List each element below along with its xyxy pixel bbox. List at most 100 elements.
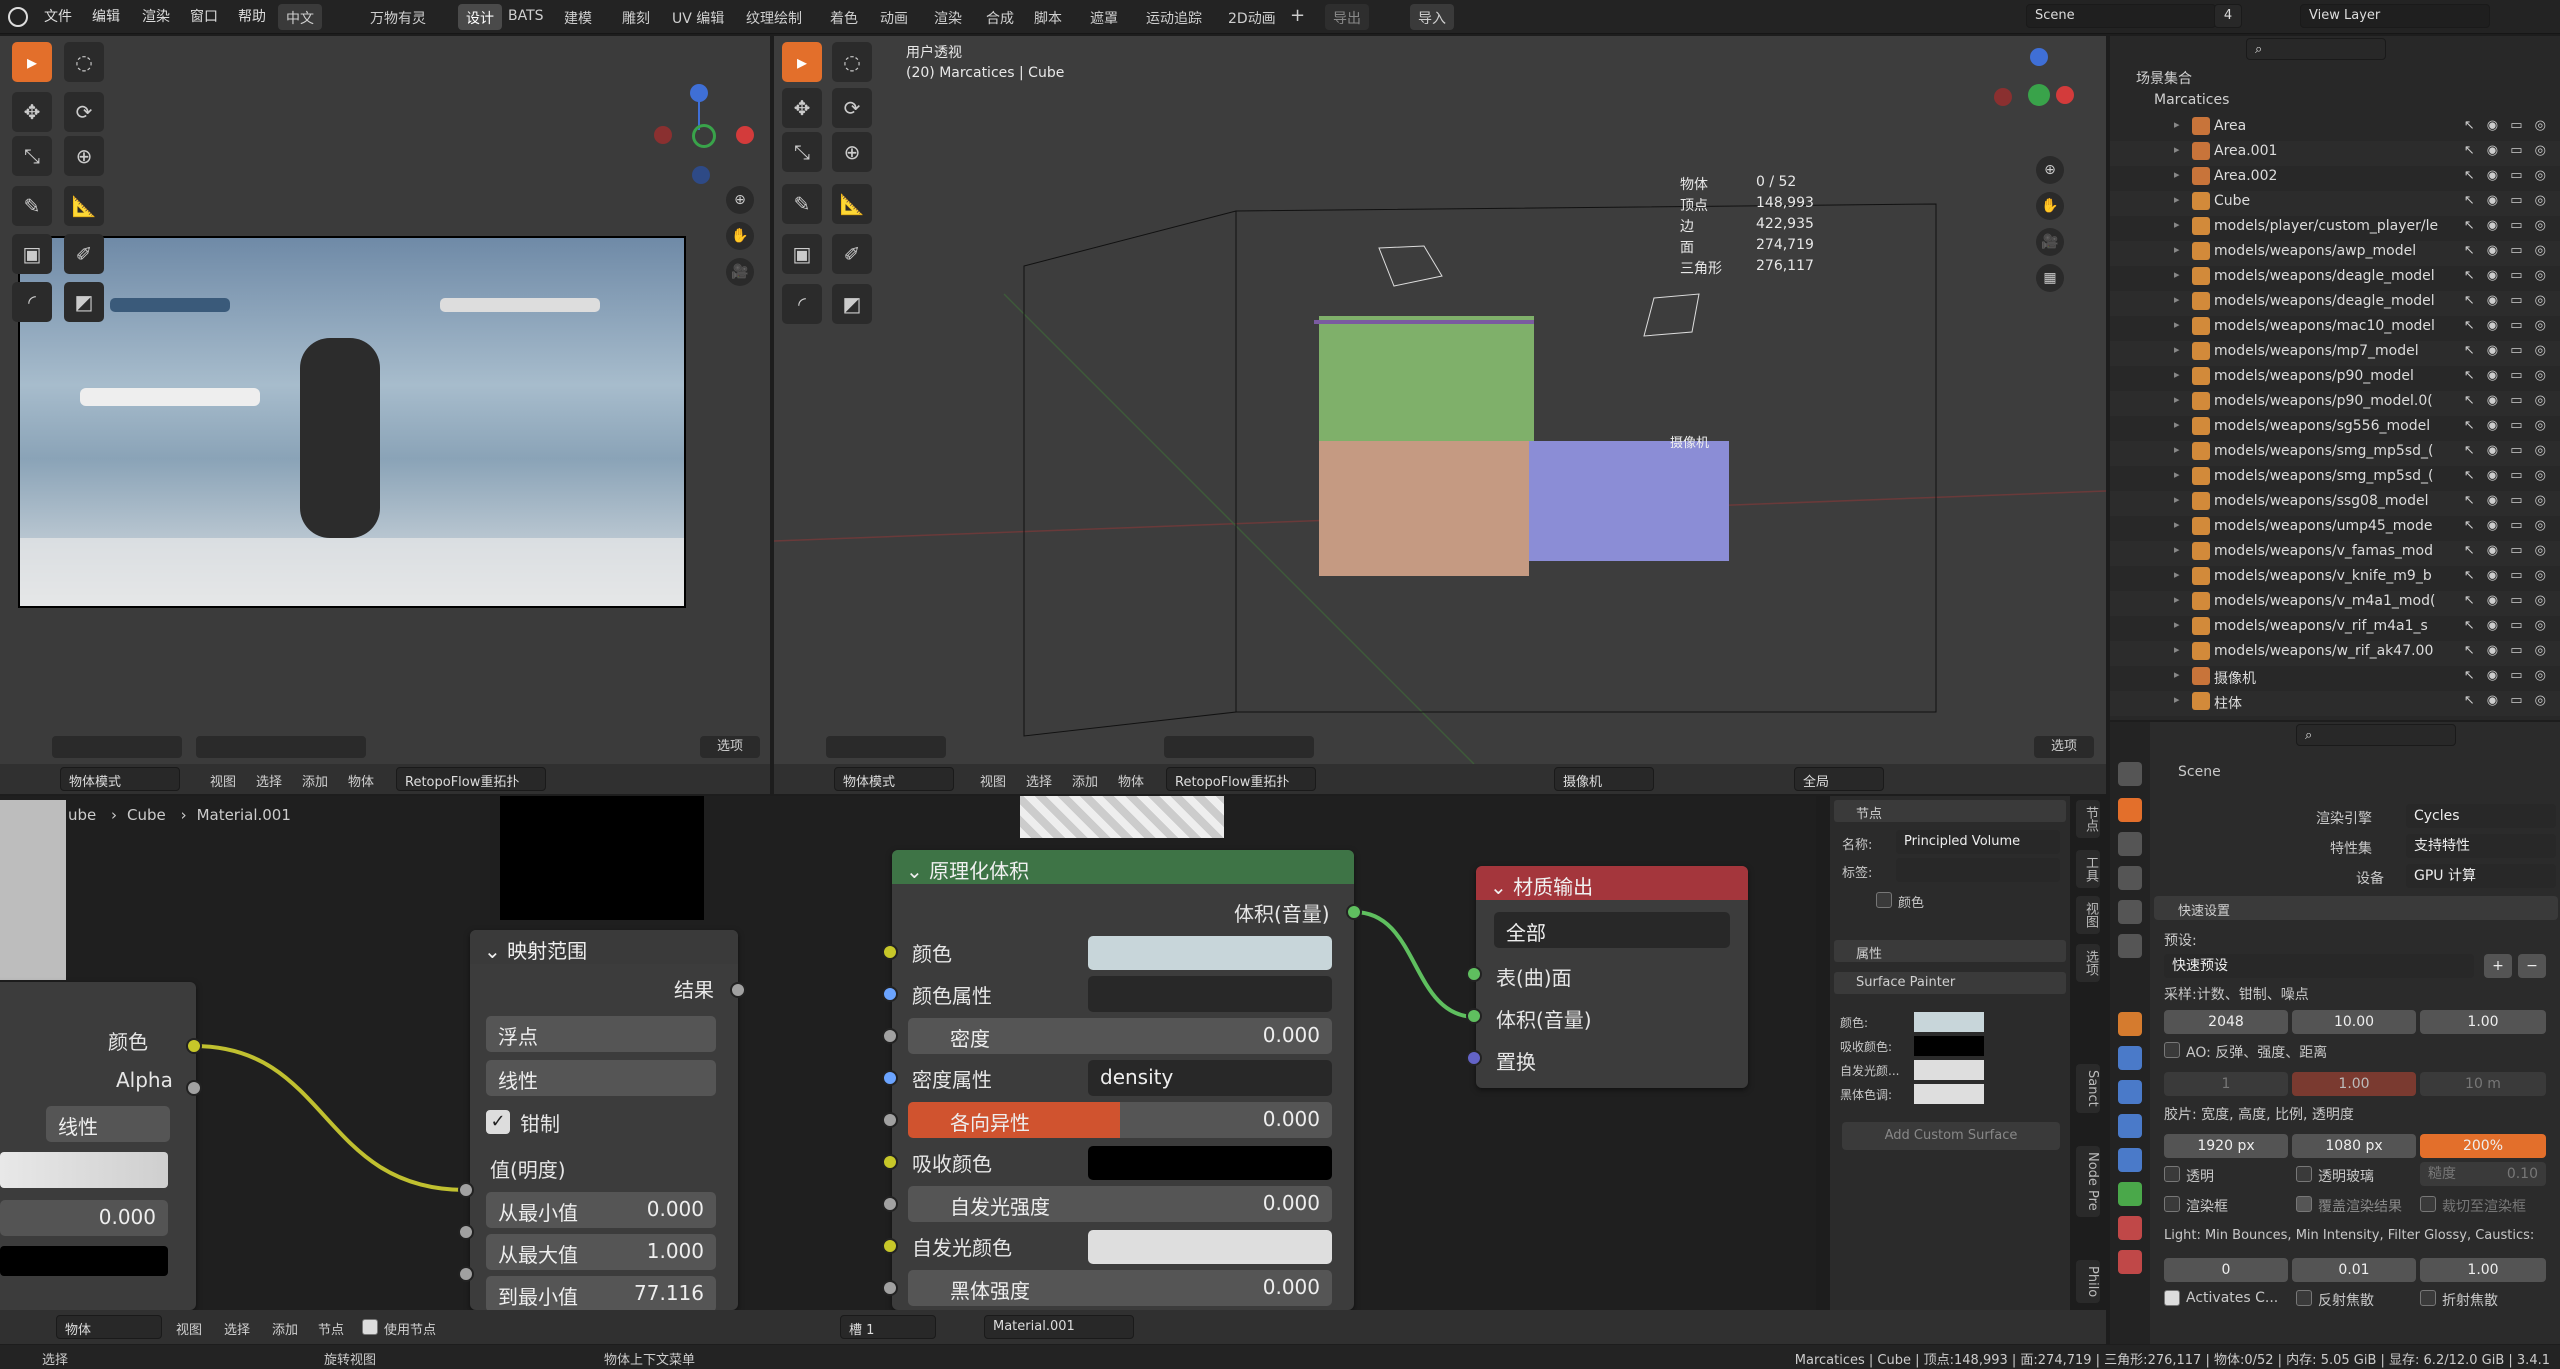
slot-select[interactable]: 槽 1 <box>840 1315 936 1339</box>
ao-distance[interactable]: 10 m <box>2420 1072 2546 1096</box>
camera-viewport[interactable]: ▸ ◌ ✥ ⟳ ⤡ ⊕ ✎ 📐 ▣ ✐ ◜ ◩ ⊕ ✋ 🎥 选项 <box>0 36 770 764</box>
node-panel-header[interactable]: 节点 <box>1834 800 2066 822</box>
refract-caustic-checkbox[interactable] <box>2420 1290 2436 1306</box>
view-layer-tab-icon[interactable] <box>2118 866 2142 890</box>
expand-icon[interactable]: ▸ <box>2174 493 2180 506</box>
preset-add-button[interactable]: + <box>2484 954 2512 978</box>
node-editor[interactable]: ube › Cube › Material.001 颜色 Alpha 线性 0.00… <box>0 796 1816 1310</box>
expand-icon[interactable]: ▸ <box>2174 268 2180 281</box>
quick-setup-header[interactable]: 快速设置 <box>2154 896 2558 920</box>
density-attr-field[interactable]: density <box>1088 1060 1332 1096</box>
workspace-tab[interactable]: 合成 <box>978 4 1022 30</box>
expand-icon[interactable]: ▸ <box>2174 443 2180 456</box>
outliner-item[interactable]: ▸ models/weapons/smg_mp5sd_(↖ ◉ ▭ ◎ <box>2110 466 2560 491</box>
visibility-icons[interactable]: ↖ ◉ ▭ ◎ <box>2464 568 2550 583</box>
expand-icon[interactable]: ▸ <box>2174 168 2180 181</box>
expand-icon[interactable]: ▸ <box>2174 143 2180 156</box>
visibility-icons[interactable]: ↖ ◉ ▭ ◎ <box>2464 168 2550 183</box>
transparent-checkbox[interactable] <box>2164 1166 2180 1182</box>
color-attr-field[interactable] <box>1088 976 1332 1012</box>
trans-glass-checkbox[interactable] <box>2296 1166 2312 1182</box>
visibility-icons[interactable]: ↖ ◉ ▭ ◎ <box>2464 318 2550 333</box>
sidebar-tab[interactable]: Philo <box>2076 1260 2100 1304</box>
resolution-y[interactable]: 1080 px <box>2292 1134 2416 1158</box>
menu-object[interactable]: 物体 <box>1118 771 1144 790</box>
import-button[interactable]: 导入 <box>1410 4 1454 30</box>
render-tab-icon[interactable] <box>2118 798 2142 822</box>
data-type-select[interactable]: 浮点 <box>486 1016 716 1052</box>
measure-tool[interactable]: 📐 <box>64 186 104 226</box>
constraints-tab-icon[interactable] <box>2118 1148 2142 1172</box>
transform-tool[interactable]: ⊕ <box>64 136 104 176</box>
retopo-select[interactable]: RetopoFlow重拓扑 <box>1166 767 1316 791</box>
ramp-color-swatch[interactable] <box>0 1246 168 1276</box>
from-max-field[interactable]: 从最大值 1.000 <box>486 1234 716 1270</box>
volume-input-socket[interactable] <box>1466 1008 1482 1024</box>
menu-node[interactable]: 节点 <box>318 1319 344 1338</box>
expand-icon[interactable]: ▸ <box>2174 468 2180 481</box>
export-button[interactable]: 导出 <box>1325 4 1369 30</box>
add-cube-tool[interactable]: ▣ <box>782 234 822 274</box>
map-range-node[interactable]: ⌄ 映射范围 结果 浮点 线性 ✓ 钳制 值(明度) 从最小值 0.000 从最大… <box>470 930 738 1310</box>
color-input-socket[interactable] <box>882 944 898 960</box>
transform-orientation[interactable]: 全局 <box>1794 767 1884 791</box>
visibility-icons[interactable]: ↖ ◉ ▭ ◎ <box>2464 193 2550 208</box>
visibility-icons[interactable]: ↖ ◉ ▭ ◎ <box>2464 118 2550 133</box>
expand-icon[interactable]: ▸ <box>2174 218 2180 231</box>
options-button[interactable]: 选项 <box>700 736 760 758</box>
emit-strength-socket[interactable] <box>882 1196 898 1212</box>
visibility-icons[interactable]: ↖ ◉ ▭ ◎ <box>2464 668 2550 683</box>
blackbody-socket[interactable] <box>882 1280 898 1296</box>
annotate-tool[interactable]: ✎ <box>782 184 822 224</box>
select-circle-tool[interactable]: ◌ <box>64 42 104 82</box>
particles-tab-icon[interactable] <box>2118 1080 2142 1104</box>
bevel-tool[interactable]: ◜ <box>782 284 822 324</box>
visibility-icons[interactable]: ↖ ◉ ▭ ◎ <box>2464 443 2550 458</box>
surface-painter-header[interactable]: Surface Painter <box>1834 972 2066 994</box>
menu-add[interactable]: 添加 <box>302 771 328 790</box>
sidebar-tab[interactable]: 节点 <box>2076 800 2100 838</box>
scale-tool[interactable]: ⤡ <box>12 136 52 176</box>
crop-checkbox[interactable] <box>2420 1196 2436 1212</box>
menu-select[interactable]: 选择 <box>256 771 282 790</box>
camera-icon[interactable]: 🎥 <box>2036 228 2064 256</box>
menu-add[interactable]: 添加 <box>272 1319 298 1338</box>
menu-view[interactable]: 视图 <box>210 771 236 790</box>
visibility-icons[interactable]: ↖ ◉ ▭ ◎ <box>2464 518 2550 533</box>
interpolation-select[interactable]: 线性 <box>46 1106 170 1142</box>
expand-icon[interactable]: ▸ <box>2174 618 2180 631</box>
language-button[interactable]: 中文 <box>278 4 322 30</box>
visibility-icons[interactable]: ↖ ◉ ▭ ◎ <box>2464 493 2550 508</box>
menu-view[interactable]: 视图 <box>980 771 1006 790</box>
engine-select[interactable]: Cycles <box>2406 804 2556 828</box>
visibility-icons[interactable]: ↖ ◉ ▭ ◎ <box>2464 343 2550 358</box>
to-min-field[interactable]: 到最小值 77.116 <box>486 1276 716 1310</box>
physics-tab-icon[interactable] <box>2118 1114 2142 1138</box>
use-nodes-checkbox[interactable] <box>362 1319 378 1335</box>
knife-tool[interactable]: ◩ <box>64 282 104 322</box>
emit-strength-field[interactable]: 自发光强度 0.000 <box>908 1186 1332 1222</box>
material-select[interactable]: Material.001 <box>984 1315 1134 1339</box>
menu-help[interactable]: 帮助 <box>238 6 266 26</box>
preset-select[interactable]: 快速预设 <box>2164 954 2474 978</box>
gizmo-neg-x-icon[interactable] <box>654 126 672 144</box>
outliner-item[interactable]: ▸ Area.001 ↖ ◉ ▭ ◎ <box>2110 141 2560 166</box>
object-tab-icon[interactable] <box>2118 1012 2142 1036</box>
min-bounces[interactable]: 0 <box>2164 1258 2288 1282</box>
workspace-tab[interactable]: 脚本 <box>1026 4 1070 30</box>
outliner-collection[interactable]: Marcatices <box>2154 92 2229 108</box>
workspace-tab[interactable]: UV 编辑 <box>664 4 732 30</box>
menu-window[interactable]: 窗口 <box>190 6 218 26</box>
brush-tool[interactable]: ✐ <box>64 234 104 274</box>
select-box-tool[interactable]: ▸ <box>782 42 822 82</box>
menu-select[interactable]: 选择 <box>1026 771 1052 790</box>
outliner-item[interactable]: ▸ Area.002 ↖ ◉ ▭ ◎ <box>2110 166 2560 191</box>
scale-tool[interactable]: ⤡ <box>782 132 822 172</box>
visibility-icons[interactable]: ↖ ◉ ▭ ◎ <box>2464 143 2550 158</box>
visibility-icons[interactable]: ↖ ◉ ▭ ◎ <box>2464 368 2550 383</box>
outliner-item[interactable]: ▸ models/player/custom_player/le ↖ ◉ ▭ ◎ <box>2110 216 2560 241</box>
select-circle-tool[interactable]: ◌ <box>832 42 872 82</box>
camera-icon[interactable]: 🎥 <box>726 258 754 286</box>
menu-file[interactable]: 文件 <box>44 6 72 26</box>
node-name-field[interactable]: Principled Volume <box>1896 830 2060 854</box>
